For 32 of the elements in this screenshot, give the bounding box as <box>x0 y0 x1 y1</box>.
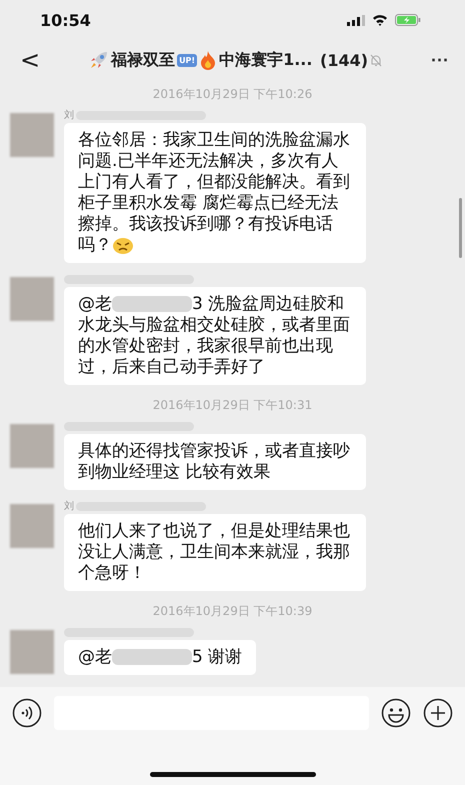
message-text: @老 3 洗脸盆周边硅胶和水龙头与脸盆相交处硅胶，或者里面的水管处密封，我家很早前也出现过，后来自己动手弄好了 <box>78 294 351 378</box>
message-text: 各位邻居：我家卫生间的洗脸盆漏水问题.已半年还无法解决，多次有人上门有人看了，但都没能解决。看到柜子里积水发霉 腐烂霉点已经无法擦掉。我该投诉到哪？有投诉电话 <box>78 130 351 235</box>
up-badge: UP! <box>177 54 198 66</box>
plus-icon[interactable] <box>423 698 453 728</box>
sender-name: 刘 <box>64 500 74 513</box>
sender-name: 刘 <box>64 108 74 122</box>
signal-icon <box>347 14 365 26</box>
timestamp: 2016年10月29日 下午10:26 <box>152 86 314 103</box>
avatar-placeholder <box>10 277 54 321</box>
message-text: @老 5 谢谢 <box>78 647 242 668</box>
chat-title: 中海寰宇1... <box>219 50 312 70</box>
rocket-icon <box>89 50 110 70</box>
back-button[interactable]: < <box>14 46 46 74</box>
timestamp: 2016年10月29日 下午10:39 <box>152 603 314 620</box>
voice-icon[interactable] <box>12 698 42 728</box>
chat-title: (144) <box>319 50 368 70</box>
message-text: 吗？ <box>78 235 112 255</box>
avatar-placeholder <box>10 504 54 548</box>
avatar-placeholder <box>10 630 54 674</box>
more-button[interactable]: ··· <box>425 50 455 70</box>
emoji-icon[interactable] <box>381 698 411 728</box>
battery-icon <box>395 14 421 26</box>
scroll-indicator <box>459 198 462 258</box>
timestamp: 2016年10月29日 下午10:31 <box>152 397 314 414</box>
fire-icon <box>199 50 218 70</box>
avatar-placeholder <box>10 424 54 468</box>
status-time: 10:54 <box>40 10 91 30</box>
chat-title: 福禄双至 <box>111 50 176 70</box>
message-text: 他们人来了也说了，但是处理结果也没让人满意，卫生间本来就湿，我那个急呀！ <box>78 521 351 584</box>
message-text: 具体的还得找管家投诉，或者直接吵到物业经理这 比较有效果 <box>78 441 351 483</box>
wifi-icon <box>372 14 388 26</box>
avatar-placeholder <box>10 113 54 157</box>
